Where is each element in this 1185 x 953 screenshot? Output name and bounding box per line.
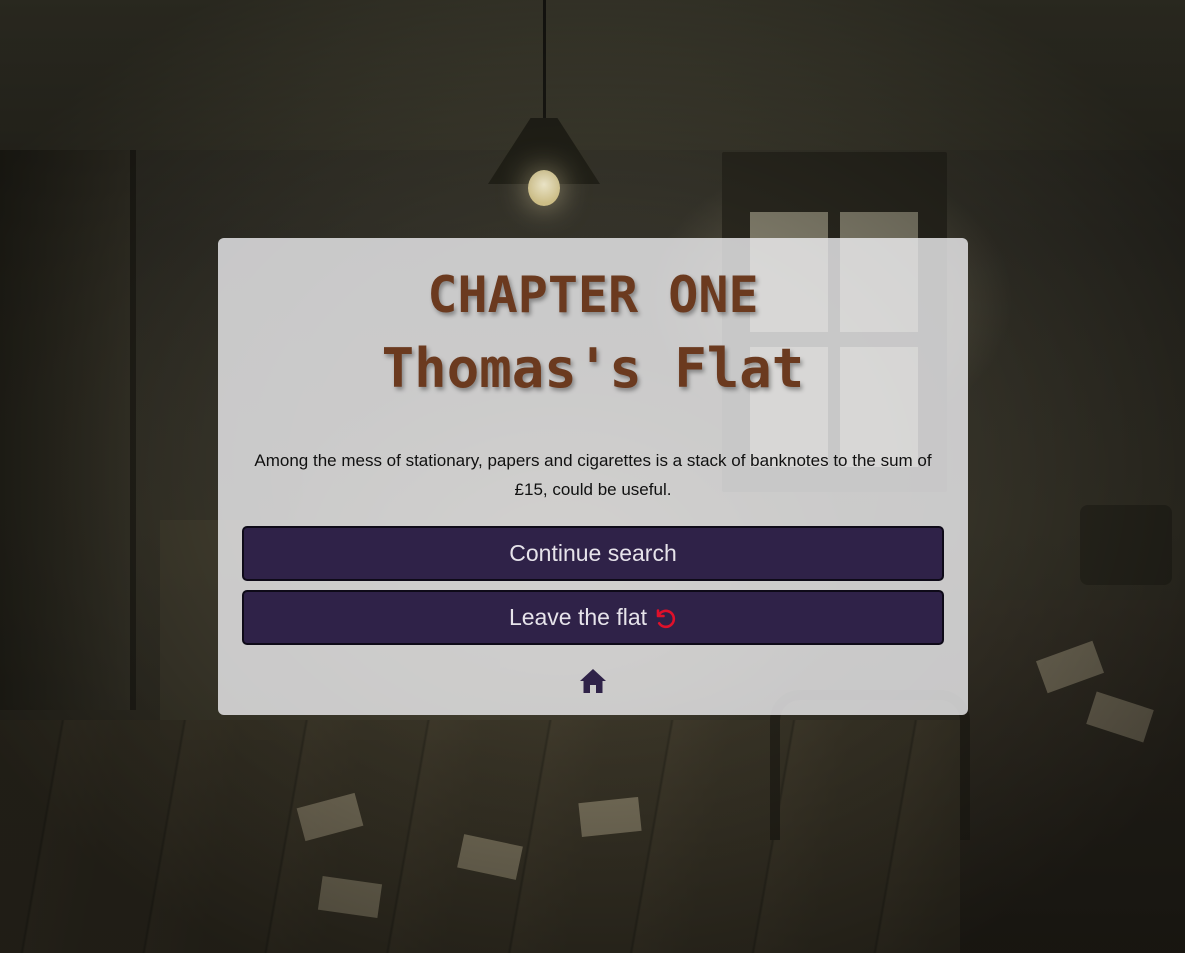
home-nav bbox=[242, 667, 944, 695]
leave-flat-button[interactable]: Leave the flat bbox=[242, 590, 944, 645]
chapter-location: Thomas's Flat bbox=[381, 337, 805, 400]
continue-search-button[interactable]: Continue search bbox=[242, 526, 944, 581]
restart-icon bbox=[656, 608, 676, 628]
chapter-title: CHAPTER ONE Thomas's Flat bbox=[242, 258, 944, 406]
leave-flat-label: Leave the flat bbox=[508, 604, 648, 630]
story-panel: CHAPTER ONE Thomas's Flat Among the mess… bbox=[218, 238, 968, 715]
chapter-heading: CHAPTER ONE bbox=[427, 266, 759, 324]
continue-search-label: Continue search bbox=[509, 540, 677, 566]
story-text: Among the mess of stationary, papers and… bbox=[254, 451, 932, 499]
home-icon[interactable] bbox=[578, 667, 608, 695]
